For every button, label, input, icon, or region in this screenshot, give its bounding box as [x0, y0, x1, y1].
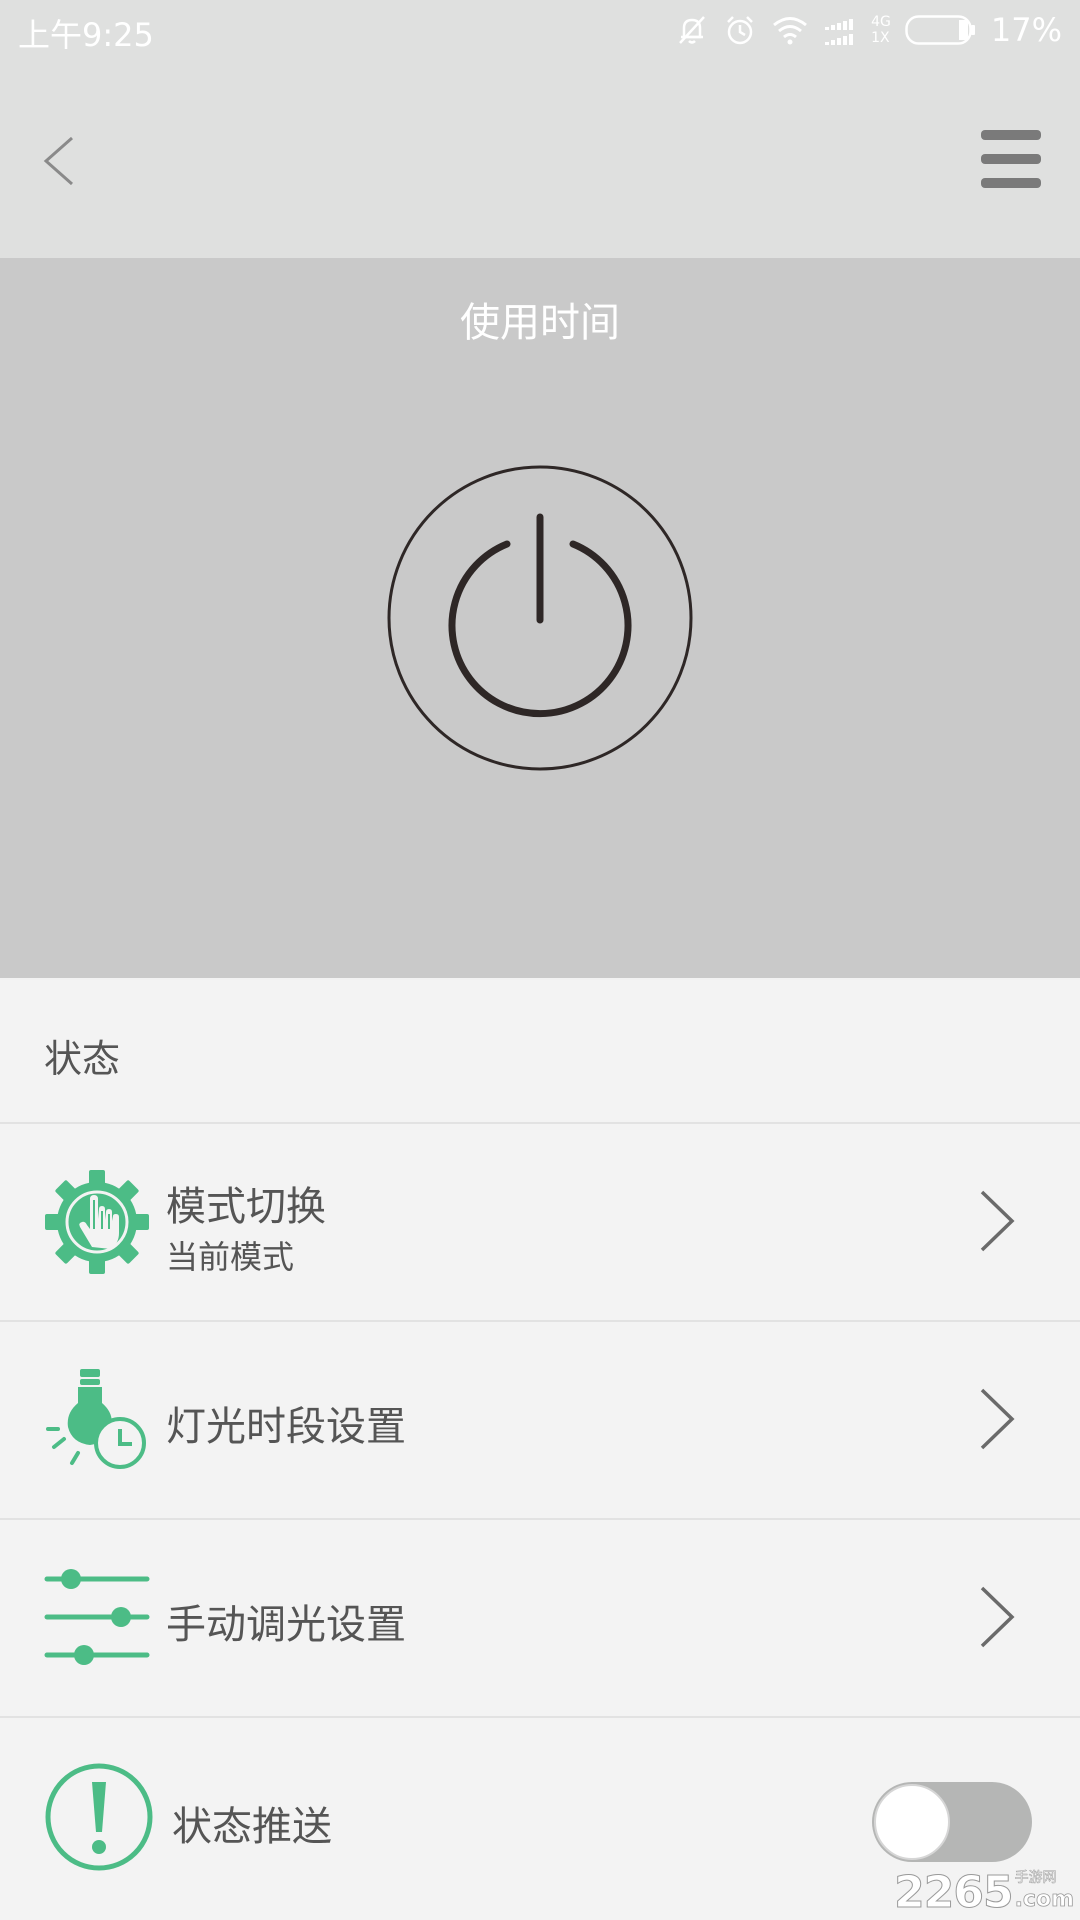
- status-push-title: 状态推送: [172, 1804, 332, 1850]
- current-mode-label: 当前模式: [166, 1238, 295, 1276]
- chevron-right-icon: [980, 1190, 1015, 1252]
- manual-dimming-row[interactable]: 手动调光设置: [0, 1520, 1080, 1718]
- mode-switch-title: 模式切换: [166, 1184, 326, 1230]
- wifi-icon: [773, 17, 808, 45]
- mute-icon: [679, 16, 706, 44]
- toggle-knob: [874, 1784, 950, 1860]
- nav-bar: [0, 60, 1080, 258]
- chevron-left-icon: [43, 136, 73, 186]
- watermark-cn: 手游网: [1014, 1870, 1057, 1887]
- status-icons: 4G 1X 17%: [675, 8, 1062, 52]
- chevron-right-icon: [980, 1388, 1015, 1450]
- battery-percent: 17%: [990, 11, 1062, 49]
- exclamation-circle-icon: [45, 1763, 153, 1871]
- status-time: 上午9:25: [18, 16, 154, 54]
- chevron-right-icon: [980, 1586, 1015, 1648]
- network-type: 4G 1X: [871, 14, 891, 46]
- status-push-toggle[interactable]: [872, 1782, 1032, 1862]
- watermark-number: 2265: [894, 1867, 1014, 1919]
- gear-hand-icon: [45, 1170, 149, 1274]
- mode-switch-row[interactable]: 模式切换 当前模式: [0, 1124, 1080, 1322]
- battery-icon: [905, 15, 975, 45]
- bulb-clock-icon: [46, 1369, 146, 1469]
- status-bar: 上午9:25 4G 1X 17%: [0, 0, 1080, 60]
- alarm-icon: [727, 16, 753, 45]
- menu-button[interactable]: [970, 122, 1050, 196]
- watermark: 2265 手游网 .com: [894, 1867, 1075, 1919]
- watermark-domain: .com: [1014, 1887, 1074, 1913]
- light-period-row[interactable]: 灯光时段设置: [0, 1322, 1080, 1520]
- power-panel: 使用时间: [0, 258, 1080, 978]
- power-button[interactable]: [386, 464, 694, 772]
- back-button[interactable]: [30, 126, 90, 196]
- manual-dimming-title: 手动调光设置: [166, 1602, 406, 1648]
- light-period-title: 灯光时段设置: [166, 1404, 406, 1450]
- usage-time-label: 使用时间: [460, 300, 620, 346]
- status-section-header: 状态: [0, 980, 1080, 1124]
- signal-icon: [825, 19, 854, 45]
- power-icon: [387, 465, 693, 771]
- hamburger-menu-icon: [981, 130, 1041, 188]
- sliders-icon: [44, 1569, 150, 1665]
- status-label: 状态: [44, 1037, 121, 1081]
